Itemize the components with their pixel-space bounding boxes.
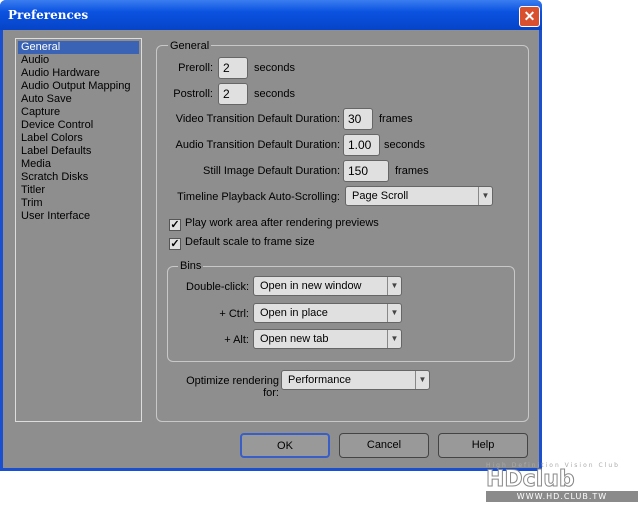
sidebar-item-user-interface[interactable]: User Interface <box>18 210 139 223</box>
postroll-unit: seconds <box>254 88 295 100</box>
sidebar-item-trim[interactable]: Trim <box>18 197 139 210</box>
optimize-label: Optimize rendering for: <box>186 375 279 399</box>
window-title: Preferences <box>8 8 89 22</box>
chevron-down-icon: ▼ <box>415 371 429 389</box>
video-transition-unit: frames <box>379 113 413 125</box>
preroll-label: Preroll: <box>178 62 213 74</box>
chevron-down-icon: ▼ <box>387 330 401 348</box>
auto-scroll-select[interactable]: Page Scroll ▼ <box>345 186 493 206</box>
postroll-input[interactable]: 2 <box>218 83 248 105</box>
cancel-button[interactable]: Cancel <box>339 433 429 458</box>
sidebar-item-media[interactable]: Media <box>18 158 139 171</box>
close-button[interactable]: ✕ <box>519 6 540 27</box>
audio-transition-label: Audio Transition Default Duration: <box>175 139 340 151</box>
general-group <box>156 45 529 422</box>
audio-transition-input[interactable]: 1.00 <box>343 134 380 156</box>
chevron-down-icon: ▼ <box>478 187 492 205</box>
sidebar-item-audio-hardware[interactable]: Audio Hardware <box>18 67 139 80</box>
preroll-unit: seconds <box>254 62 295 74</box>
sidebar-item-scratch-disks[interactable]: Scratch Disks <box>18 171 139 184</box>
ctrl-label: + Ctrl: <box>219 308 249 320</box>
watermark-url: WWW.HD.CLUB.TW <box>486 491 638 502</box>
help-button[interactable]: Help <box>438 433 528 458</box>
sidebar-item-label-colors[interactable]: Label Colors <box>18 132 139 145</box>
sidebar-item-audio[interactable]: Audio <box>18 54 139 67</box>
sidebar-item-auto-save[interactable]: Auto Save <box>18 93 139 106</box>
sidebar-item-general[interactable]: General <box>18 41 139 54</box>
default-scale-label: Default scale to frame size <box>185 236 315 248</box>
sidebar-item-label-defaults[interactable]: Label Defaults <box>18 145 139 158</box>
postroll-label: Postroll: <box>173 88 213 100</box>
double-click-select[interactable]: Open in new window ▼ <box>253 276 402 296</box>
optimize-select[interactable]: Performance ▼ <box>281 370 430 390</box>
auto-scroll-value: Page Scroll <box>352 190 409 202</box>
category-list[interactable]: General Audio Audio Hardware Audio Outpu… <box>15 38 142 422</box>
still-image-unit: frames <box>395 165 429 177</box>
still-image-input[interactable]: 150 <box>343 160 389 182</box>
ctrl-value: Open in place <box>260 307 328 319</box>
play-work-area-checkbox[interactable]: ✓ Play work area after rendering previews <box>169 217 379 231</box>
alt-select[interactable]: Open new tab ▼ <box>253 329 402 349</box>
video-transition-label: Video Transition Default Duration: <box>175 113 340 125</box>
auto-scroll-label: Timeline Playback Auto-Scrolling: <box>177 191 340 203</box>
watermark-logo: High Definition Vision Club HDclub WWW.H… <box>486 462 638 510</box>
checkmark-icon: ✓ <box>169 219 181 231</box>
preroll-input[interactable]: 2 <box>218 57 248 79</box>
double-click-value: Open in new window <box>260 280 362 292</box>
sidebar-item-titler[interactable]: Titler <box>18 184 139 197</box>
audio-transition-unit: seconds <box>384 139 425 151</box>
bins-group-label: Bins <box>178 260 204 272</box>
chevron-down-icon: ▼ <box>387 304 401 322</box>
ok-button[interactable]: OK <box>240 433 330 458</box>
title-bar: Preferences <box>0 0 542 30</box>
video-transition-input[interactable]: 30 <box>343 108 373 130</box>
default-scale-checkbox[interactable]: ✓ Default scale to frame size <box>169 236 315 250</box>
watermark-logo-text: HDclub <box>486 467 576 492</box>
play-work-area-label: Play work area after rendering previews <box>185 217 379 229</box>
checkmark-icon: ✓ <box>169 238 181 250</box>
double-click-label: Double-click: <box>186 281 249 293</box>
alt-label: + Alt: <box>224 334 249 346</box>
optimize-value: Performance <box>288 374 351 386</box>
sidebar-item-capture[interactable]: Capture <box>18 106 139 119</box>
sidebar-item-device-control[interactable]: Device Control <box>18 119 139 132</box>
preferences-dialog: Preferences ✕ General Audio Audio Hardwa… <box>0 0 542 471</box>
ctrl-select[interactable]: Open in place ▼ <box>253 303 402 323</box>
chevron-down-icon: ▼ <box>387 277 401 295</box>
sidebar-item-audio-output-mapping[interactable]: Audio Output Mapping <box>18 80 139 93</box>
still-image-label: Still Image Default Duration: <box>203 165 340 177</box>
general-group-label: General <box>168 40 212 52</box>
alt-value: Open new tab <box>260 333 329 345</box>
